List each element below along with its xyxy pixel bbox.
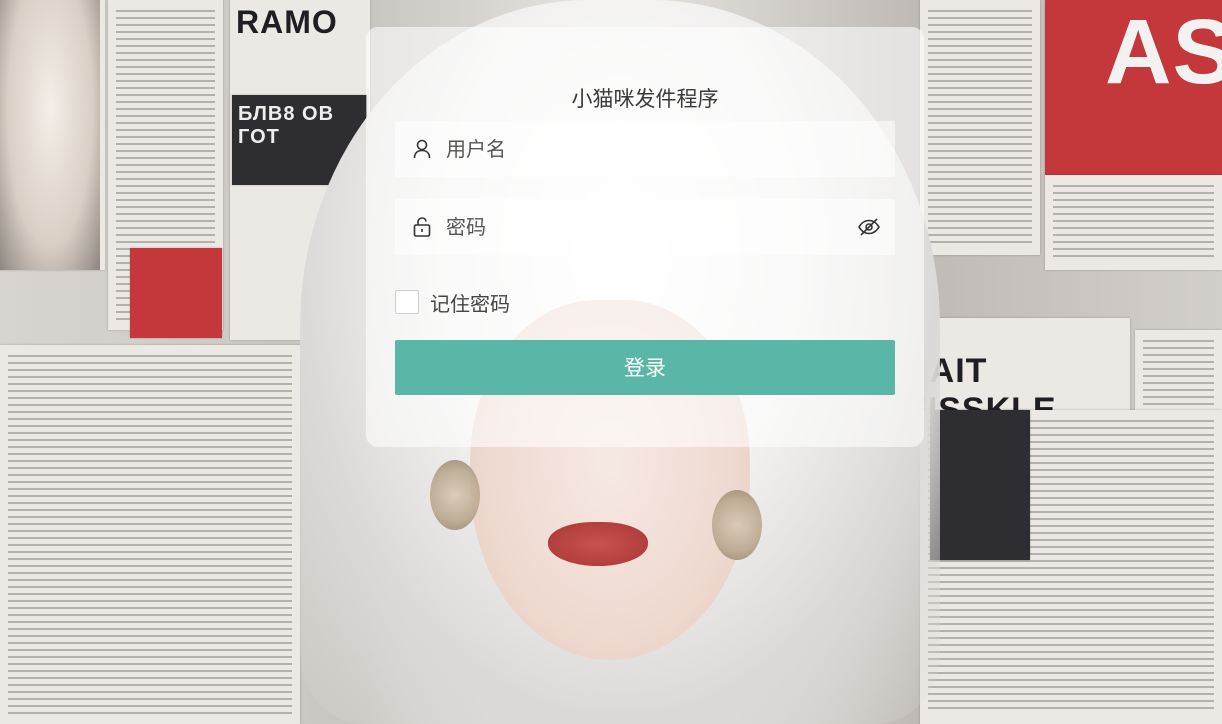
clipping-headline-text: AS — [1105, 1, 1222, 103]
username-placeholder: 用户名 — [446, 137, 506, 161]
lock-icon — [413, 217, 431, 237]
earring-left — [430, 460, 480, 530]
remember-password-label[interactable]: 记住密码 — [430, 288, 510, 317]
clipping-headline-text: RAMO — [236, 4, 338, 40]
remember-password-checkbox[interactable] — [395, 290, 419, 314]
eye-icon[interactable] — [857, 216, 881, 238]
clipping — [1135, 330, 1222, 420]
clipping-red — [130, 248, 222, 338]
app-title: 小猫咪发件程序 — [571, 87, 719, 111]
password-placeholder: 密码 — [446, 215, 486, 239]
password-field[interactable]: 密码 — [395, 199, 895, 255]
username-field[interactable]: 用户名 — [395, 121, 895, 177]
clipping-portrait — [0, 0, 105, 270]
earring-right — [712, 490, 762, 560]
clipping — [1045, 175, 1222, 270]
login-button[interactable]: 登录 — [395, 340, 895, 395]
user-icon — [413, 139, 431, 159]
clipping-headline-text: БЛВ8 ОВ ГОТ — [238, 103, 335, 148]
clipping — [0, 345, 300, 724]
clipping-red: AS — [1045, 0, 1222, 175]
lips-shape — [548, 522, 648, 566]
clipping-dark — [930, 410, 1030, 560]
clipping — [920, 0, 1040, 255]
